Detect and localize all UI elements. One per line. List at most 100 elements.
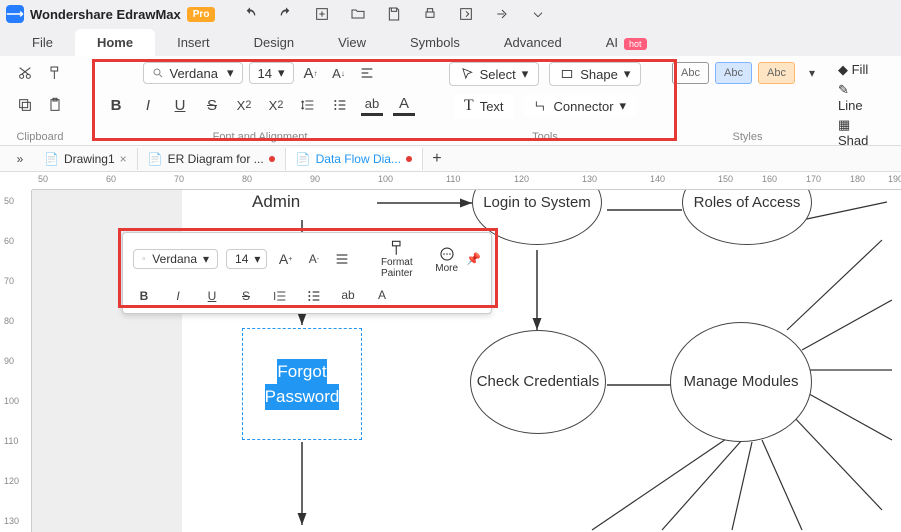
pin-icon[interactable]: 📌 (466, 252, 481, 266)
export-icon[interactable] (455, 3, 477, 25)
workspace: 5060708090100110120130 Admin Logi (0, 190, 901, 532)
font-name-value: Verdana (170, 66, 218, 81)
save-icon[interactable] (383, 3, 405, 25)
app-name: Wondershare EdrawMax (30, 7, 181, 22)
underline-icon[interactable]: U (169, 94, 191, 116)
ribbon-label-font: Font and Alignment (80, 131, 440, 143)
line-button[interactable]: ✎ Line (838, 82, 872, 113)
doc-tab-1-label: Drawing1 (64, 152, 115, 166)
open-icon[interactable] (347, 3, 369, 25)
float-format-painter-button[interactable]: Format Painter (366, 239, 427, 279)
ribbon-group-clipboard: Clipboard (0, 56, 80, 145)
float-format-painter-label: Format Painter (366, 257, 427, 279)
doc-tab-3[interactable]: 📄 Data Flow Dia... (286, 148, 423, 170)
title-bar: ⟶ Wondershare EdrawMax Pro (0, 0, 901, 28)
shadow-label: Shad (838, 133, 868, 148)
increase-font-icon[interactable]: A↑ (300, 62, 322, 84)
unsaved-dot-icon (406, 156, 412, 162)
chevron-down-icon: ▾ (278, 65, 285, 81)
float-font-select[interactable]: Verdana▾ (133, 249, 218, 269)
fill-button[interactable]: ◆ Fill (838, 62, 872, 78)
bullet-list-icon[interactable] (329, 94, 351, 116)
connector-tool-button[interactable]: Connector ▾ (524, 95, 637, 117)
bold-icon[interactable]: B (105, 94, 127, 116)
strikethrough-icon[interactable]: S (201, 94, 223, 116)
float-strike-icon[interactable]: S (235, 285, 257, 307)
ruler-horizontal: 5060708090100110120130140150160170180190 (32, 172, 901, 190)
shadow-button[interactable]: ▦ Shad (838, 117, 872, 148)
node-manage[interactable]: Manage Modules (670, 322, 812, 442)
print-icon[interactable] (419, 3, 441, 25)
text-tool-button[interactable]: T Text (454, 94, 514, 118)
select-tool-button[interactable]: Select ▾ (449, 62, 540, 86)
close-icon[interactable]: × (120, 152, 127, 166)
more-icon[interactable] (527, 3, 549, 25)
float-increase-font-icon[interactable]: A+ (275, 248, 295, 270)
unsaved-dot-icon (269, 156, 275, 162)
float-spacing-icon[interactable] (269, 285, 291, 307)
undo-icon[interactable] (239, 3, 261, 25)
float-more-button[interactable]: More (435, 245, 458, 274)
cut-icon[interactable] (14, 62, 36, 84)
text-label: Text (480, 99, 504, 114)
menu-design[interactable]: Design (232, 29, 316, 56)
align-icon[interactable] (356, 62, 378, 84)
doc-tab-1[interactable]: 📄 Drawing1 × (34, 148, 138, 170)
menu-home[interactable]: Home (75, 29, 155, 56)
node-roles[interactable]: Roles of Access (682, 190, 812, 245)
line-spacing-icon[interactable] (297, 94, 319, 116)
float-italic-icon[interactable]: I (167, 285, 189, 307)
style-preset-3[interactable]: Abc (758, 62, 795, 84)
style-preset-1[interactable]: Abc (672, 62, 709, 84)
paste-icon[interactable] (44, 94, 66, 116)
node-forgot-selected[interactable]: Forgot Password (242, 328, 362, 440)
doc-icon: 📄 (148, 152, 163, 166)
menu-view[interactable]: View (316, 29, 388, 56)
ribbon-group-format: ◆ Fill ✎ Line ▦ Shad (830, 56, 880, 145)
subscript-icon[interactable]: X2 (265, 94, 287, 116)
menu-advanced[interactable]: Advanced (482, 29, 584, 56)
shape-tool-button[interactable]: Shape ▾ (549, 62, 641, 86)
format-painter-icon[interactable] (44, 62, 66, 84)
menu-insert[interactable]: Insert (155, 29, 232, 56)
menu-symbols[interactable]: Symbols (388, 29, 482, 56)
ruler-vertical: 5060708090100110120130 (0, 190, 32, 532)
share-icon[interactable] (491, 3, 513, 25)
font-size-select[interactable]: 14 ▾ (249, 62, 294, 84)
line-label: Line (838, 98, 863, 113)
float-align-icon[interactable] (332, 248, 352, 270)
float-bold-icon[interactable]: B (133, 285, 155, 307)
text-icon: T (464, 97, 474, 115)
ai-hot-badge: hot (624, 38, 647, 50)
font-color-icon[interactable]: A (393, 94, 415, 116)
decrease-font-icon[interactable]: A↓ (328, 62, 350, 84)
chevron-down-icon: ▾ (522, 66, 529, 82)
node-check-label: Check Credentials (477, 372, 600, 392)
redo-icon[interactable] (275, 3, 297, 25)
float-underline-icon[interactable]: U (201, 285, 223, 307)
font-family-select[interactable]: Verdana ▾ (143, 62, 243, 84)
italic-icon[interactable]: I (137, 94, 159, 116)
menu-file[interactable]: File (10, 29, 75, 56)
styles-more-icon[interactable]: ▾ (801, 62, 823, 84)
float-fontcolor-icon[interactable]: A (371, 285, 393, 307)
tabs-overflow-icon[interactable]: » (6, 148, 34, 170)
ribbon-label-styles: Styles (665, 131, 830, 143)
doc-tab-3-label: Data Flow Dia... (316, 152, 401, 166)
canvas[interactable]: Admin Login to System Roles of Access Ch… (32, 190, 901, 532)
style-preset-2[interactable]: Abc (715, 62, 752, 84)
new-icon[interactable] (311, 3, 333, 25)
float-decrease-font-icon[interactable]: A- (304, 248, 324, 270)
node-admin[interactable]: Admin (252, 192, 300, 212)
doc-tab-2[interactable]: 📄 ER Diagram for ... (138, 148, 286, 170)
float-size-select[interactable]: 14▾ (226, 249, 267, 269)
float-highlight-icon[interactable]: ab (337, 285, 359, 307)
menu-ai-label: AI (606, 35, 618, 50)
copy-icon[interactable] (14, 94, 36, 116)
add-tab-button[interactable]: + (423, 148, 451, 170)
float-font-value: Verdana (152, 252, 197, 266)
float-bullets-icon[interactable] (303, 285, 325, 307)
superscript-icon[interactable]: X2 (233, 94, 255, 116)
node-check[interactable]: Check Credentials (470, 330, 606, 434)
highlight-icon[interactable]: ab (361, 94, 383, 116)
